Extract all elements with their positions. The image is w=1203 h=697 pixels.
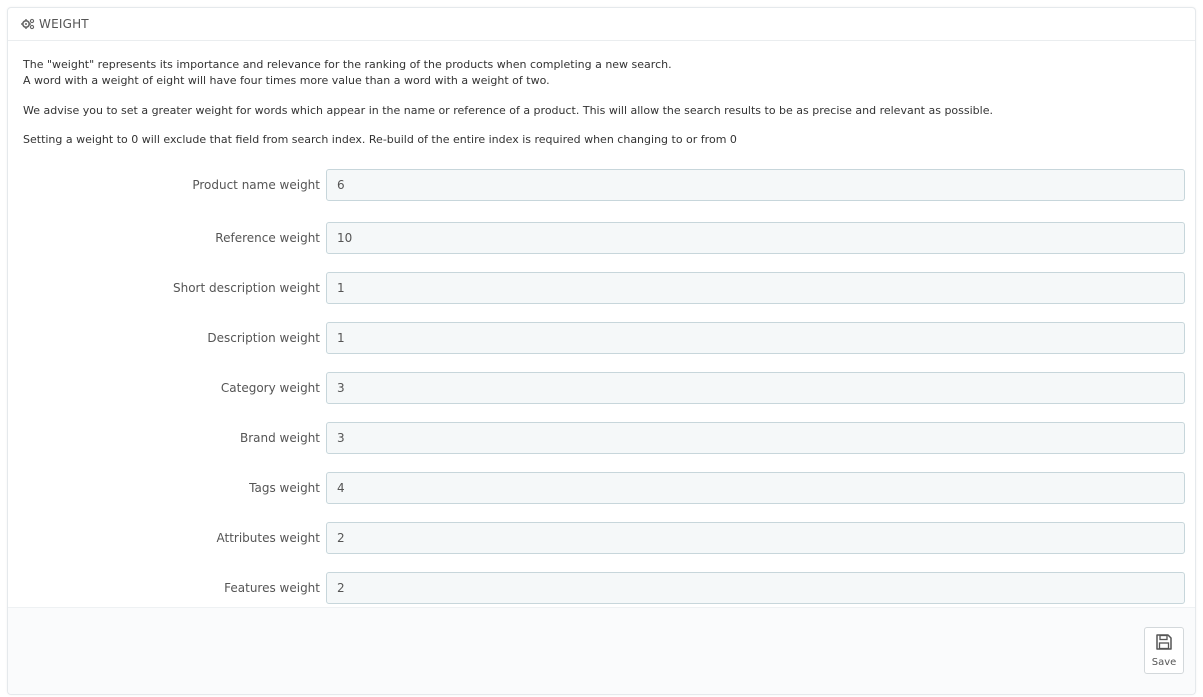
field-label: Brand weight	[239, 431, 320, 445]
field-label: Reference weight	[215, 231, 320, 245]
help-line-4: Setting a weight to 0 will exclude that …	[23, 133, 737, 146]
product-name-weight-input[interactable]	[326, 169, 1185, 201]
field-label: Short description weight	[172, 281, 320, 295]
field-label: Category weight	[220, 381, 320, 395]
form-row-product-name: Product name weight	[8, 169, 1195, 201]
help-line-1: The "weight" represents its importance a…	[23, 58, 672, 71]
form-row-brand: Brand weight	[8, 422, 1195, 454]
panel-title: WEIGHT	[39, 17, 89, 31]
save-button[interactable]: Save	[1144, 627, 1184, 674]
cogs-icon	[21, 18, 35, 30]
panel-heading: WEIGHT	[8, 8, 1195, 41]
field-label: Features weight	[224, 581, 320, 595]
form-row-tags: Tags weight	[8, 472, 1195, 504]
weight-panel: WEIGHT The "weight" represents its impor…	[7, 7, 1196, 695]
form-row-reference: Reference weight	[8, 222, 1195, 254]
attributes-weight-input[interactable]	[326, 522, 1185, 554]
field-label: Product name weight	[192, 178, 320, 192]
form-row-short-description: Short description weight	[8, 272, 1195, 304]
features-weight-input[interactable]	[326, 572, 1185, 604]
form-row-category: Category weight	[8, 372, 1195, 404]
save-button-label: Save	[1151, 657, 1177, 668]
panel-footer: Save	[8, 607, 1195, 694]
description-weight-input[interactable]	[326, 322, 1185, 354]
help-line-3: We advise you to set a greater weight fo…	[23, 104, 993, 117]
form-row-description: Description weight	[8, 322, 1195, 354]
field-label: Tags weight	[249, 481, 320, 495]
help-text: The "weight" represents its importance a…	[8, 57, 1195, 148]
brand-weight-input[interactable]	[326, 422, 1185, 454]
short-description-weight-input[interactable]	[326, 272, 1185, 304]
field-label: Attributes weight	[216, 531, 320, 545]
field-label: Description weight	[207, 331, 320, 345]
tags-weight-input[interactable]	[326, 472, 1185, 504]
form-row-attributes: Attributes weight	[8, 522, 1195, 554]
form-row-features: Features weight	[8, 572, 1195, 604]
category-weight-input[interactable]	[326, 372, 1185, 404]
help-line-2: A word with a weight of eight will have …	[23, 74, 550, 87]
reference-weight-input[interactable]	[326, 222, 1185, 254]
floppy-disk-icon	[1155, 633, 1173, 655]
